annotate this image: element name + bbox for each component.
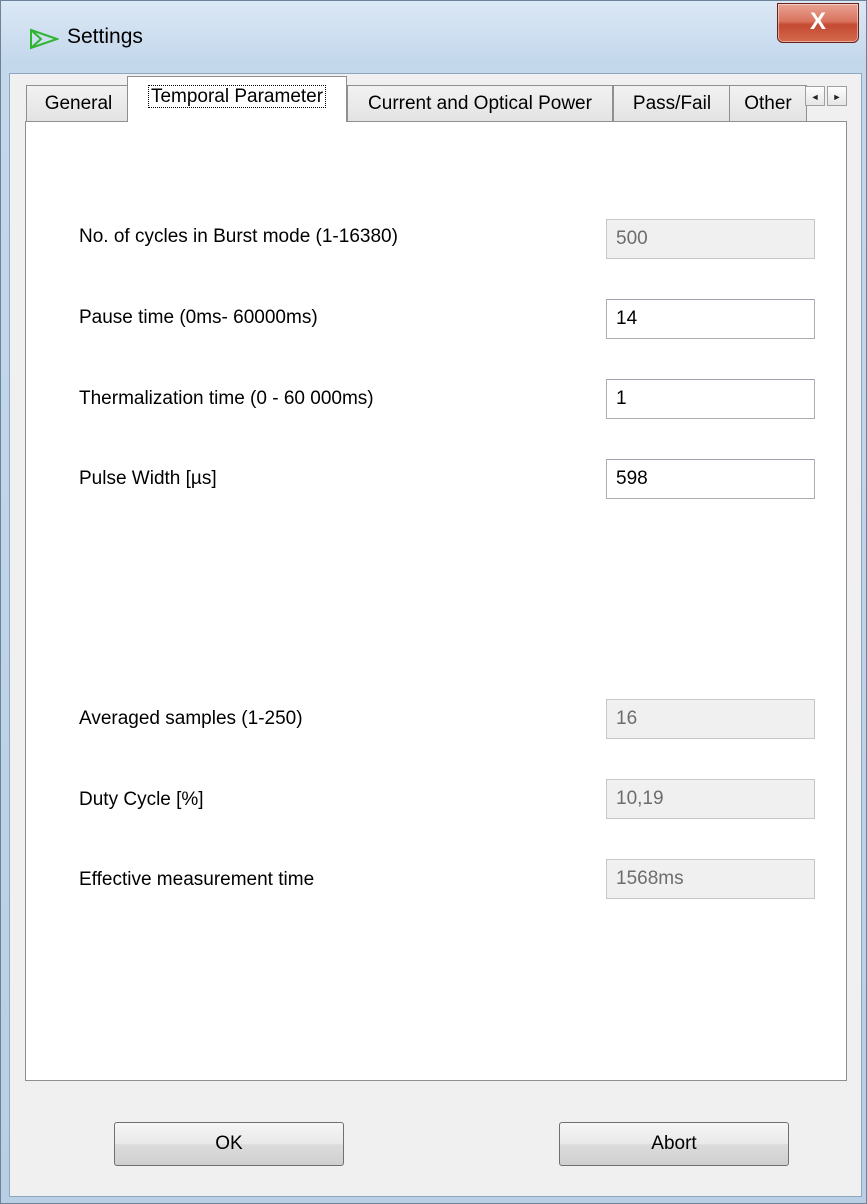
- settings-dialog: Settings X General Temporal Parameter Cu…: [0, 0, 867, 1204]
- duty-cycle-field: 10,19: [606, 779, 815, 819]
- temporal-parameter-panel: No. of cycles in Burst mode (1-16380) 50…: [25, 121, 847, 1081]
- ok-button[interactable]: OK: [114, 1122, 344, 1166]
- averaged-samples-label: Averaged samples (1-250): [79, 708, 303, 729]
- tab-scroll-arrows: ◄ ►: [805, 86, 849, 106]
- tab-scroll-left-icon[interactable]: ◄: [805, 86, 825, 106]
- close-button[interactable]: X: [777, 3, 859, 43]
- title-bar[interactable]: Settings X: [1, 1, 866, 73]
- burst-cycles-field: 500: [606, 219, 815, 259]
- pause-time-label: Pause time (0ms- 60000ms): [79, 307, 318, 328]
- duty-cycle-label: Duty Cycle [%]: [79, 789, 204, 810]
- pulse-width-field[interactable]: 598: [606, 459, 815, 499]
- close-icon: X: [809, 8, 826, 35]
- effective-measurement-time-field: 1568ms: [606, 859, 815, 899]
- tab-other[interactable]: Other: [729, 85, 807, 121]
- abort-button[interactable]: Abort: [559, 1122, 789, 1166]
- tab-strip: General Temporal Parameter Current and O…: [10, 74, 861, 122]
- pause-time-field[interactable]: 14: [606, 299, 815, 339]
- tab-scroll-right-icon[interactable]: ►: [827, 86, 847, 106]
- burst-cycles-label: No. of cycles in Burst mode (1-16380): [79, 226, 398, 247]
- effective-measurement-time-label: Effective measurement time: [79, 869, 315, 890]
- dialog-client-area: General Temporal Parameter Current and O…: [9, 73, 862, 1197]
- app-logo-icon: [30, 28, 59, 50]
- thermalization-time-label: Thermalization time (0 - 60 000ms): [79, 388, 374, 409]
- tab-pass-fail[interactable]: Pass/Fail: [613, 85, 731, 121]
- averaged-samples-field: 16: [606, 699, 815, 739]
- pulse-width-label: Pulse Width [µs]: [79, 468, 217, 489]
- tab-current-and-optical-power[interactable]: Current and Optical Power: [347, 85, 613, 121]
- tab-temporal-parameter[interactable]: Temporal Parameter: [127, 76, 347, 122]
- window-title: Settings: [67, 25, 143, 48]
- tab-general[interactable]: General: [26, 85, 131, 121]
- thermalization-time-field[interactable]: 1: [606, 379, 815, 419]
